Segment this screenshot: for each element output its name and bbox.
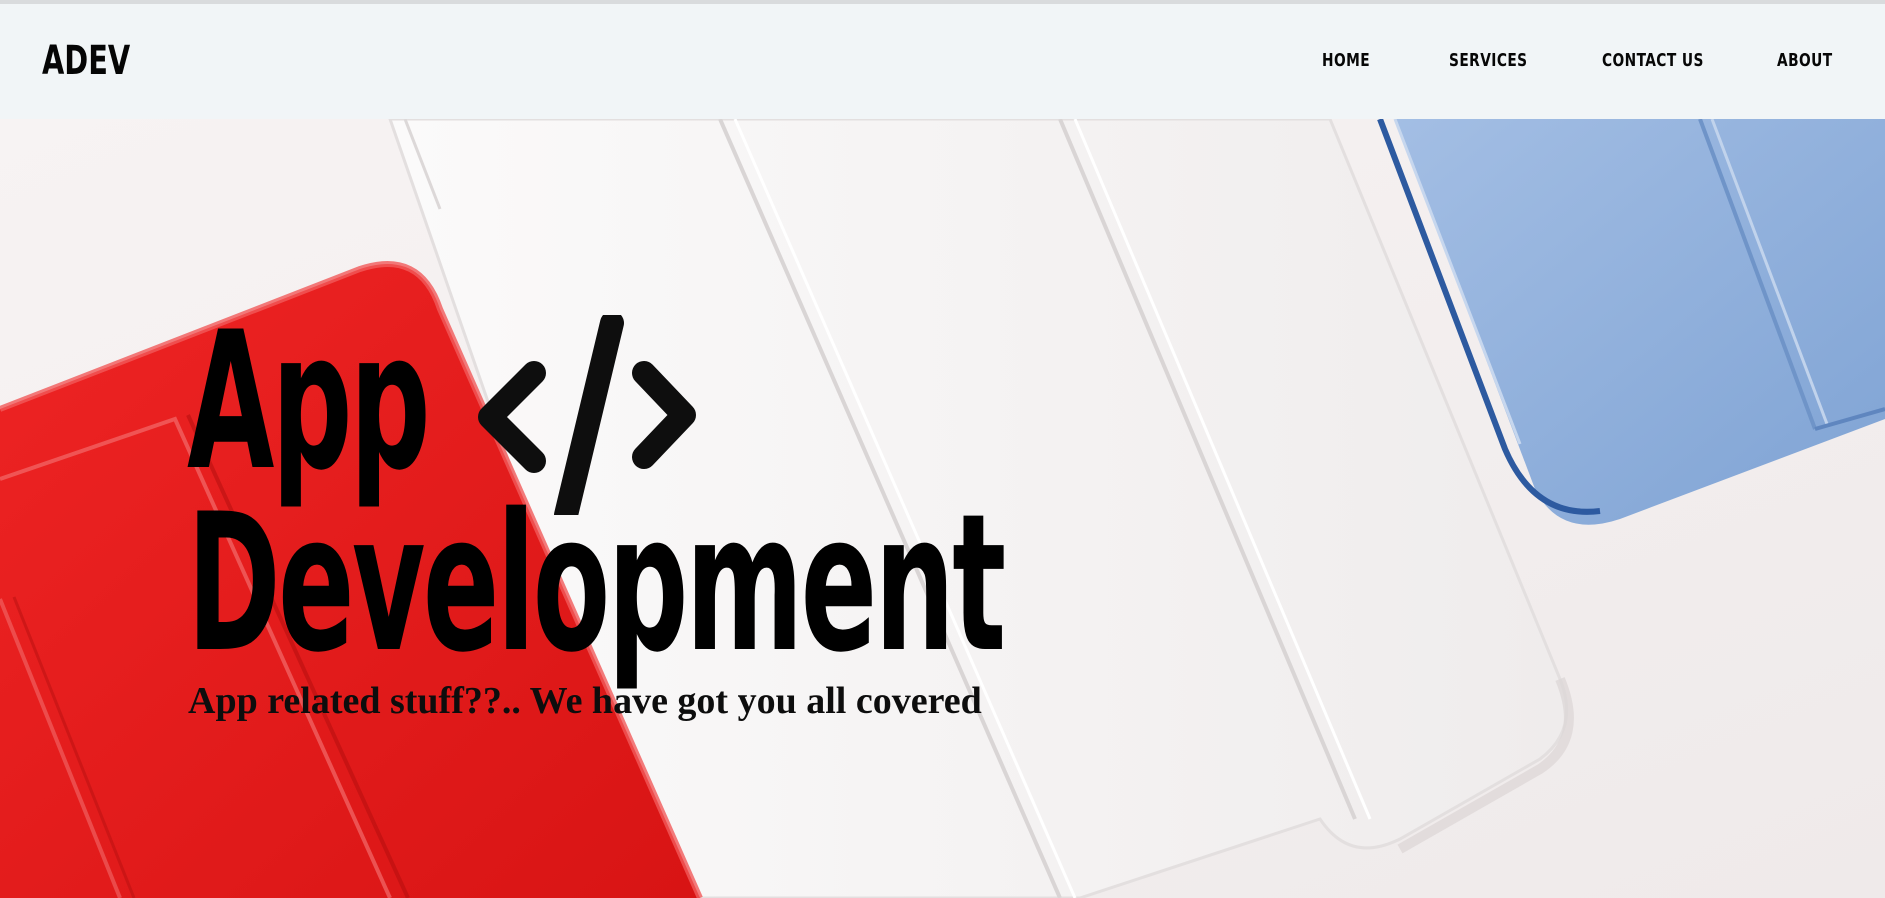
navbar: ADEV HOME SERVICES CONTACT US ABOUT: [0, 4, 1885, 119]
hero-title-line1: App: [187, 291, 431, 512]
brand-logo[interactable]: ADEV: [42, 38, 130, 84]
nav-services[interactable]: SERVICES: [1449, 50, 1528, 71]
hero-tagline: App related stuff??.. We have got you al…: [188, 680, 982, 722]
top-border: [0, 0, 1885, 4]
nav-contact-us[interactable]: CONTACT US: [1602, 50, 1704, 71]
nav-about[interactable]: ABOUT: [1777, 50, 1833, 71]
nav-home[interactable]: HOME: [1322, 50, 1370, 71]
hero-section: App Development App related stuff??.. We…: [0, 119, 1885, 898]
hero-title-line2: Development: [187, 473, 1006, 694]
page: ADEV HOME SERVICES CONTACT US ABOUT App …: [0, 0, 1885, 898]
